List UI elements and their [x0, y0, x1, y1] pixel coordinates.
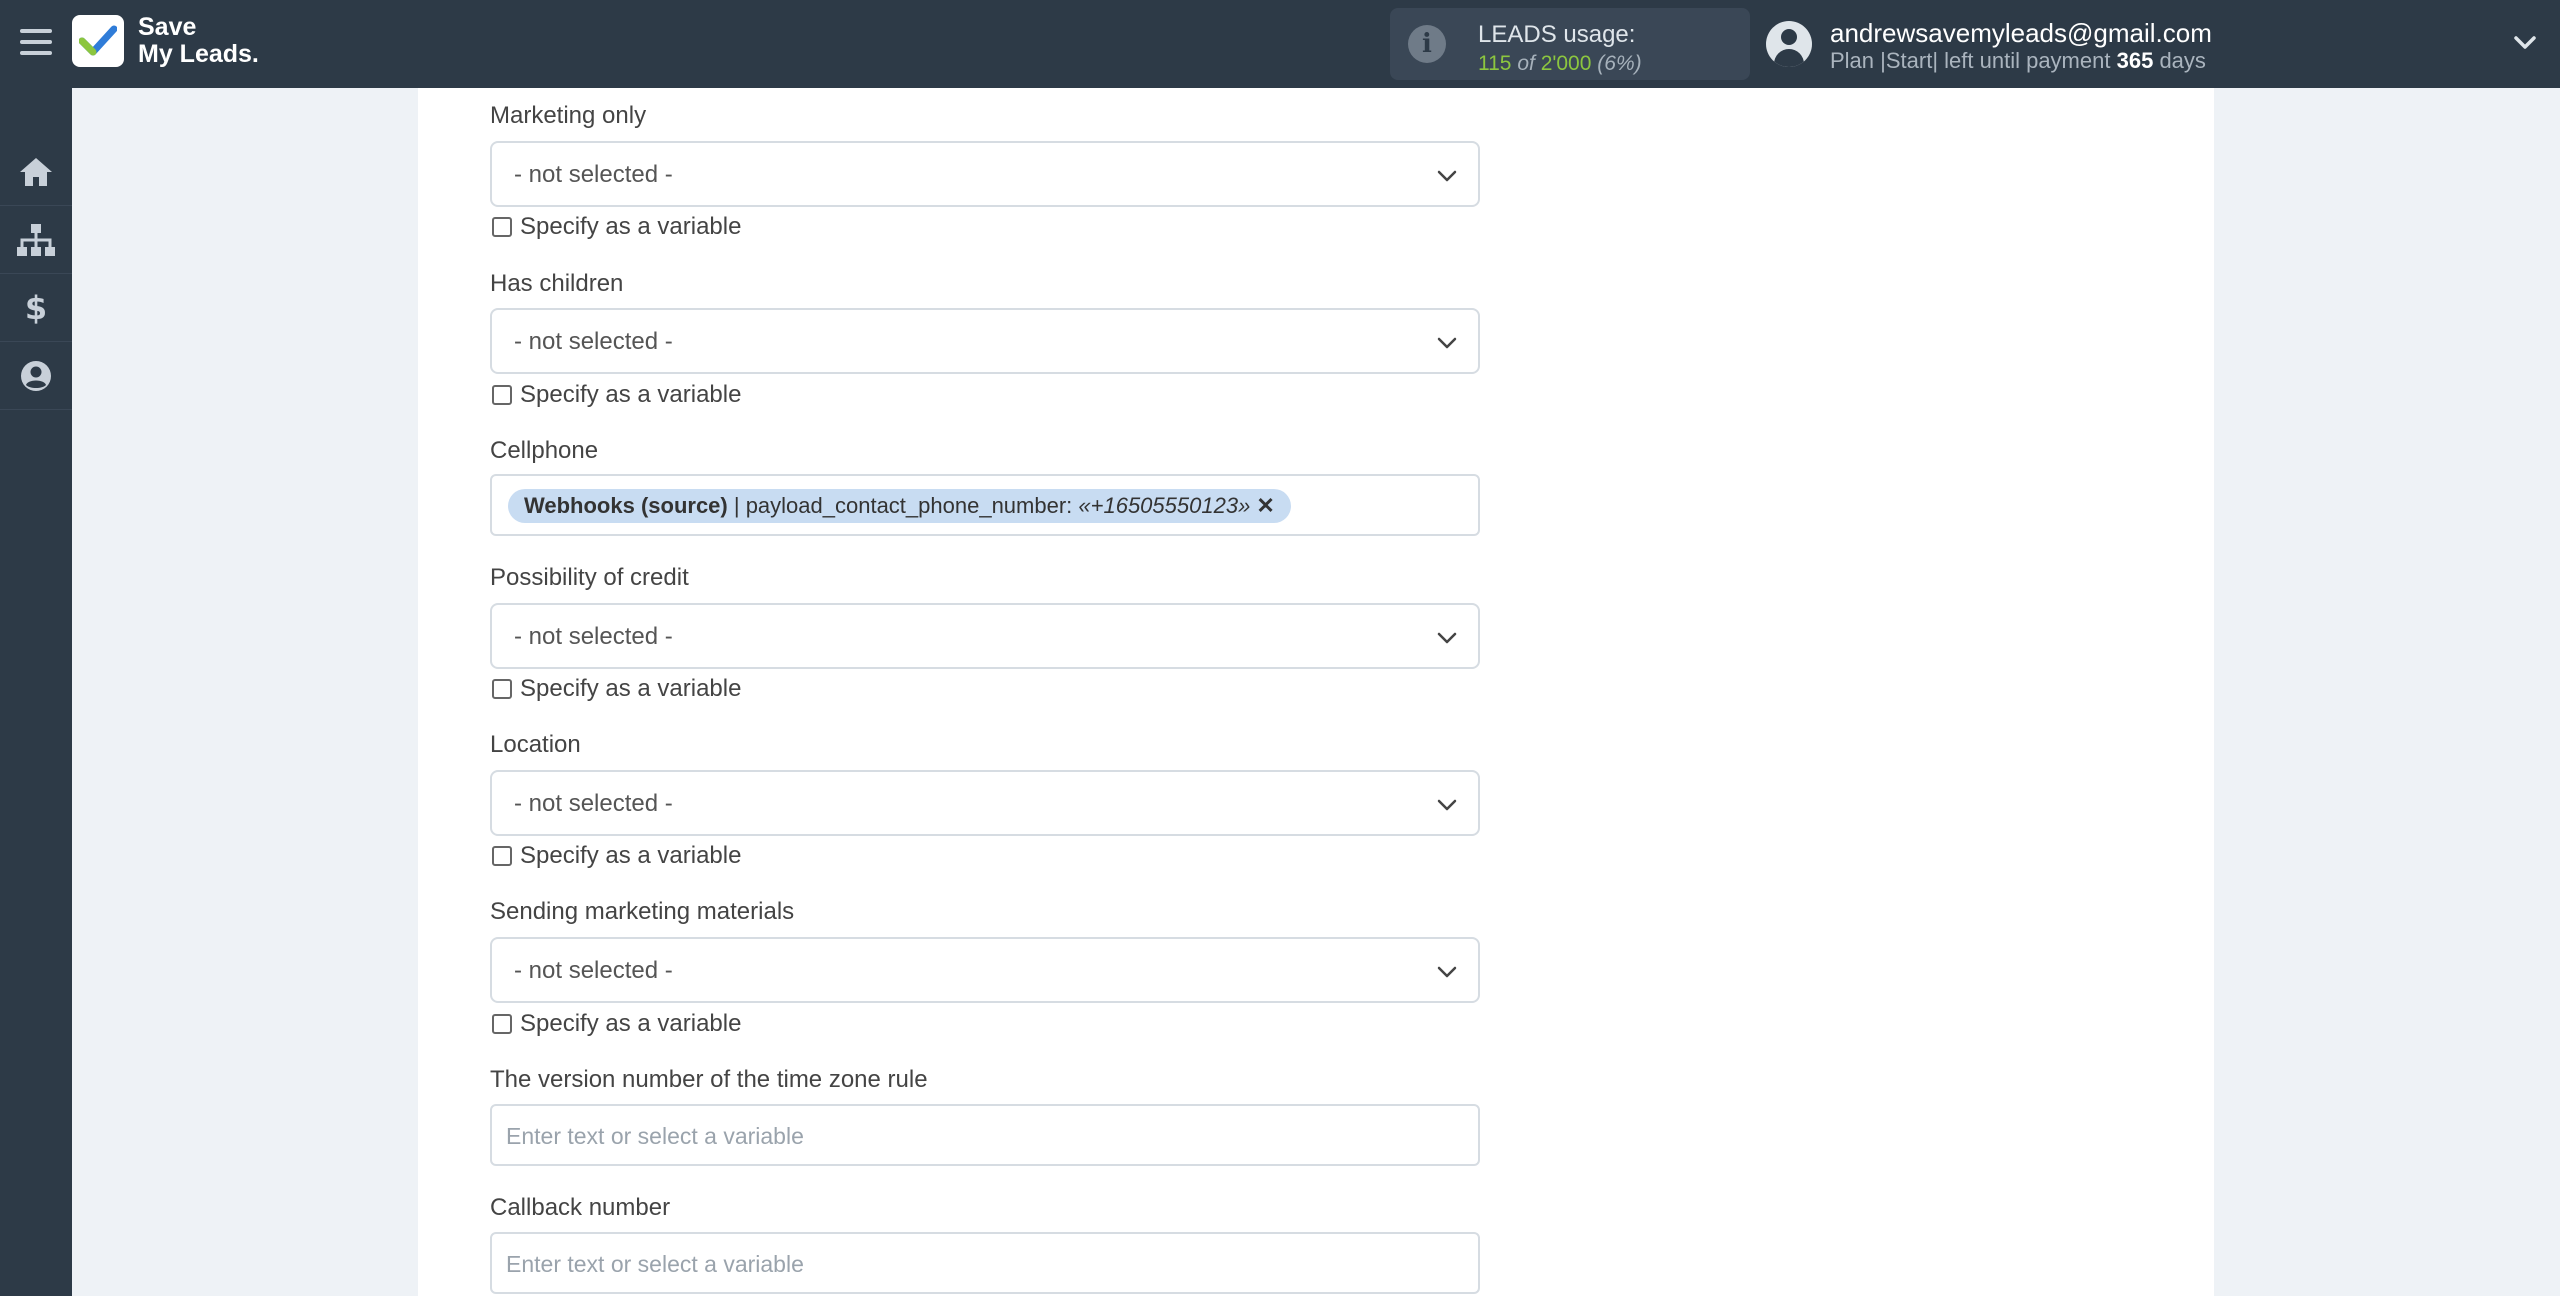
- close-icon[interactable]: ✕: [1256, 493, 1274, 519]
- usage-total: 2'000: [1540, 52, 1592, 75]
- user-circle-icon: [21, 360, 51, 391]
- usage-percent: (6%): [1597, 52, 1642, 75]
- usage-of: of: [1517, 52, 1535, 75]
- logo-line-1: Save: [138, 13, 197, 41]
- top-bar: Save My Leads. i LEADS usage: 115 of 2'0…: [0, 0, 2560, 88]
- location-variable-label[interactable]: Specify as a variable: [520, 842, 741, 870]
- has-children-variable-row: Specify as a variable: [492, 380, 741, 410]
- location-variable-row: Specify as a variable: [492, 841, 741, 871]
- credit-select[interactable]: - not selected -: [490, 603, 1480, 669]
- sidebar-item-home[interactable]: [0, 138, 72, 206]
- marketing-materials-label: Sending marketing materials: [490, 898, 795, 925]
- chevron-down-icon: [1437, 337, 1457, 349]
- menu-icon[interactable]: [18, 26, 54, 58]
- account-email: andrewsavemyleads@gmail.com: [1830, 18, 2212, 48]
- variable-tag[interactable]: Webhooks (source) | payload_contact_phon…: [508, 489, 1291, 523]
- svg-text:$: $: [25, 291, 47, 325]
- chevron-down-icon: [1437, 170, 1457, 182]
- credit-label: Possibility of credit: [490, 564, 689, 591]
- has-children-value: - not selected -: [514, 328, 673, 355]
- has-children-variable-label[interactable]: Specify as a variable: [520, 381, 741, 409]
- avatar-icon[interactable]: [1766, 21, 1812, 67]
- marketing-materials-value: - not selected -: [514, 957, 673, 984]
- plan-prefix: Plan |Start| left until payment: [1830, 48, 2111, 73]
- cellphone-field[interactable]: Webhooks (source) | payload_contact_phon…: [490, 474, 1480, 536]
- location-variable-checkbox[interactable]: [492, 846, 512, 866]
- location-select[interactable]: - not selected -: [490, 770, 1480, 836]
- has-children-variable-checkbox[interactable]: [492, 385, 512, 405]
- marketing-only-value: - not selected -: [514, 161, 673, 188]
- tag-value: «+16505550123»: [1078, 493, 1251, 518]
- logo-check-icon: [72, 15, 124, 67]
- marketing-only-variable-row: Specify as a variable: [492, 212, 741, 242]
- sidebar-item-account[interactable]: [0, 342, 72, 410]
- sidebar: $: [0, 88, 72, 1296]
- credit-variable-row: Specify as a variable: [492, 674, 741, 704]
- credit-variable-label[interactable]: Specify as a variable: [520, 675, 741, 703]
- marketing-materials-variable-label[interactable]: Specify as a variable: [520, 1010, 741, 1038]
- marketing-materials-variable-checkbox[interactable]: [492, 1014, 512, 1034]
- marketing-materials-variable-row: Specify as a variable: [492, 1009, 741, 1039]
- cellphone-label: Cellphone: [490, 437, 599, 464]
- sidebar-item-billing[interactable]: $: [0, 274, 72, 342]
- timezone-input[interactable]: Enter text or select a variable: [490, 1104, 1480, 1166]
- logo[interactable]: Save My Leads.: [72, 14, 259, 68]
- timezone-label: The version number of the time zone rule: [490, 1066, 928, 1093]
- logo-line-2: My Leads.: [138, 40, 259, 68]
- credit-variable-checkbox[interactable]: [492, 679, 512, 699]
- has-children-select[interactable]: - not selected -: [490, 308, 1480, 374]
- sitemap-icon: [17, 223, 55, 256]
- tag-separator: | payload_contact_phone_number:: [727, 493, 1079, 518]
- tag-source: Webhooks (source): [524, 493, 728, 518]
- chevron-down-icon: [1437, 966, 1457, 978]
- marketing-materials-select[interactable]: - not selected -: [490, 937, 1480, 1003]
- usage-used: 115: [1478, 52, 1512, 75]
- chevron-down-icon: [1437, 799, 1457, 811]
- leads-usage-panel: i LEADS usage: 115 of 2'000 (6%): [1390, 8, 1750, 80]
- location-value: - not selected -: [514, 790, 673, 817]
- plan-info: Plan |Start| left until payment 365 days: [1830, 48, 2206, 74]
- timezone-placeholder: Enter text or select a variable: [506, 1123, 804, 1149]
- logo-text: Save My Leads.: [138, 14, 259, 68]
- callback-input[interactable]: Enter text or select a variable: [490, 1232, 1480, 1294]
- sidebar-item-connections[interactable]: [0, 206, 72, 274]
- marketing-only-variable-label[interactable]: Specify as a variable: [520, 213, 741, 241]
- chevron-down-icon: [1437, 632, 1457, 644]
- info-icon[interactable]: i: [1408, 25, 1446, 63]
- plan-suffix: days: [2159, 48, 2206, 73]
- marketing-only-label: Marketing only: [490, 102, 647, 129]
- chevron-down-icon[interactable]: [2512, 30, 2538, 56]
- credit-value: - not selected -: [514, 623, 673, 650]
- usage-value: 115 of 2'000 (6%): [1478, 52, 1642, 76]
- plan-days: 365: [2116, 48, 2154, 73]
- has-children-label: Has children: [490, 270, 624, 297]
- callback-label: Callback number: [490, 1194, 671, 1221]
- marketing-only-variable-checkbox[interactable]: [492, 217, 512, 237]
- dollar-icon: $: [25, 291, 47, 325]
- usage-title: LEADS usage:: [1478, 21, 1636, 48]
- callback-placeholder: Enter text or select a variable: [506, 1251, 804, 1277]
- marketing-only-select[interactable]: - not selected -: [490, 141, 1480, 207]
- home-icon: [20, 157, 52, 186]
- location-label: Location: [490, 731, 581, 758]
